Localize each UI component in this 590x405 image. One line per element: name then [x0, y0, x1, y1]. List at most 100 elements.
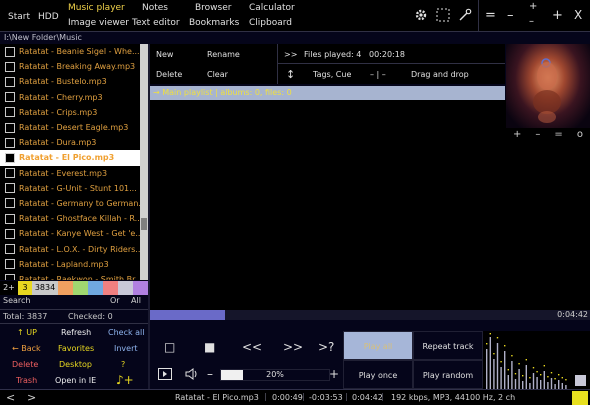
- file-checkbox[interactable]: [5, 107, 15, 118]
- file-list-item[interactable]: Ratatat - Bustelo.mp3: [0, 74, 148, 89]
- check-all-button[interactable]: Check all: [108, 328, 145, 337]
- file-list-item[interactable]: Ratatat - Everest.mp3: [0, 166, 148, 181]
- delete-file-button[interactable]: Delete: [12, 360, 38, 369]
- filter-chip[interactable]: [103, 281, 118, 295]
- pause-button[interactable]: ■: [204, 340, 215, 354]
- file-list-item[interactable]: Ratatat - Cherry.mp3: [0, 90, 148, 105]
- scrollbar-thumb[interactable]: [141, 218, 147, 230]
- hdd-button[interactable]: HDD: [38, 12, 59, 22]
- open-in-ie-button[interactable]: Open in IE: [55, 376, 96, 385]
- file-list-item[interactable]: Ratatat - Lapland.mp3: [0, 257, 148, 272]
- filter-chip[interactable]: 2+: [0, 281, 18, 295]
- file-list-scrollbar[interactable]: [140, 44, 148, 280]
- file-checkbox[interactable]: [5, 168, 15, 179]
- visualizer-toggle[interactable]: [575, 375, 586, 386]
- file-checkbox[interactable]: [5, 244, 15, 255]
- file-list-item[interactable]: Ratatat - Crips.mp3: [0, 105, 148, 120]
- drag-drop-button[interactable]: Drag and drop: [411, 70, 469, 79]
- refresh-button[interactable]: Refresh: [61, 328, 91, 337]
- music-player-tab[interactable]: Music player: [68, 3, 125, 13]
- separator-button[interactable]: – | –: [370, 70, 386, 79]
- file-checkbox[interactable]: [5, 259, 15, 270]
- spectrum-visualizer[interactable]: [483, 331, 590, 389]
- image-viewer-tab[interactable]: Image viewer: [68, 18, 129, 28]
- favorites-button[interactable]: Favorites: [58, 344, 94, 353]
- minimize-button[interactable]: –: [507, 8, 514, 23]
- file-list-item[interactable]: Ratatat - Ghostface Killah - R...: [0, 211, 148, 226]
- art-zoom-out-button[interactable]: –: [535, 129, 540, 140]
- trash-button[interactable]: Trash: [16, 376, 37, 385]
- next-button[interactable]: >>: [283, 340, 303, 354]
- help-button[interactable]: ?: [121, 360, 125, 369]
- speaker-icon[interactable]: [185, 368, 199, 383]
- filter-chip[interactable]: [133, 281, 148, 295]
- menu-button[interactable]: =: [485, 8, 496, 23]
- path-breadcrumb[interactable]: I:\New Folder\Music: [0, 32, 590, 44]
- rename-playlist-button[interactable]: Rename: [207, 50, 240, 59]
- file-list-item[interactable]: Ratatat - G-Unit - Stunt 101...: [0, 181, 148, 196]
- invert-button[interactable]: Invert: [114, 344, 138, 353]
- start-button[interactable]: Start: [8, 12, 30, 22]
- bookmarks-tab[interactable]: Bookmarks: [189, 18, 239, 28]
- file-list-item[interactable]: Ratatat - Beanie Sigel - Whe...: [0, 44, 148, 59]
- art-original-button[interactable]: o: [577, 129, 583, 140]
- zoom-in-button[interactable]: +: [529, 1, 537, 12]
- volume-down-button[interactable]: –: [207, 367, 213, 381]
- filter-chip[interactable]: [118, 281, 133, 295]
- back-button[interactable]: ← Back: [12, 344, 41, 353]
- eyedropper-icon[interactable]: [458, 8, 472, 25]
- calculator-tab[interactable]: Calculator: [249, 3, 295, 13]
- volume-up-button[interactable]: +: [329, 367, 339, 381]
- file-checkbox[interactable]: [5, 213, 15, 224]
- progress-bar[interactable]: 0:04:42: [150, 310, 590, 320]
- file-list-item[interactable]: Ratatat - El Pico.mp3: [0, 150, 148, 166]
- search-or-button[interactable]: Or: [110, 296, 120, 305]
- stop-button[interactable]: □: [164, 340, 175, 354]
- clear-playlist-button[interactable]: Clear: [207, 70, 228, 79]
- file-checkbox[interactable]: [5, 122, 15, 133]
- screen-icon[interactable]: [158, 368, 172, 383]
- random-next-button[interactable]: >?: [318, 340, 334, 354]
- file-checkbox[interactable]: [5, 46, 15, 57]
- filter-chip[interactable]: [58, 281, 73, 295]
- color-indicator[interactable]: [572, 391, 588, 405]
- close-button[interactable]: X: [574, 8, 582, 22]
- volume-slider[interactable]: 20%: [220, 369, 330, 381]
- filter-chip[interactable]: 3: [18, 281, 32, 295]
- file-checkbox[interactable]: [5, 183, 15, 194]
- selection-icon[interactable]: [436, 8, 450, 25]
- file-checkbox[interactable]: [5, 228, 15, 239]
- art-fit-button[interactable]: =: [554, 129, 562, 140]
- file-list-item[interactable]: Ratatat - Dura.mp3: [0, 135, 148, 150]
- play-once-button[interactable]: Play once: [343, 360, 413, 389]
- tags-cue-button[interactable]: Tags, Cue: [313, 70, 351, 79]
- text-editor-tab[interactable]: Text editor: [132, 18, 180, 28]
- up-button[interactable]: ↑ UP: [17, 328, 37, 337]
- file-list-item[interactable]: Ratatat - Germany to German...: [0, 196, 148, 211]
- file-checkbox[interactable]: [5, 76, 15, 87]
- browser-tab[interactable]: Browser: [195, 3, 231, 13]
- file-list-item[interactable]: Ratatat - Raekwon - Smith Br...: [0, 272, 148, 280]
- sort-icon[interactable]: ↕: [286, 68, 295, 81]
- delete-playlist-button[interactable]: Delete: [156, 70, 182, 79]
- zoom-out-button[interactable]: –: [529, 16, 534, 27]
- repeat-track-button[interactable]: Repeat track: [413, 331, 483, 360]
- main-playlist-header[interactable]: → Main playlist | albums: 0, files: 0: [150, 86, 505, 100]
- next-track-button[interactable]: >: [27, 391, 36, 404]
- search-all-button[interactable]: All: [131, 296, 141, 305]
- file-checkbox[interactable]: [5, 152, 15, 163]
- file-checkbox[interactable]: [5, 92, 15, 103]
- play-all-button[interactable]: Play all: [343, 331, 413, 360]
- maximize-button[interactable]: +: [552, 8, 563, 23]
- file-list-item[interactable]: Ratatat - Desert Eagle.mp3: [0, 120, 148, 135]
- file-checkbox[interactable]: [5, 198, 15, 209]
- skip-button[interactable]: >>: [284, 50, 297, 59]
- add-music-icon[interactable]: ♪+: [116, 373, 134, 387]
- desktop-button[interactable]: Desktop: [59, 360, 92, 369]
- play-random-button[interactable]: Play random: [413, 360, 483, 389]
- filter-chip[interactable]: 3834: [32, 281, 58, 295]
- new-playlist-button[interactable]: New: [156, 50, 173, 59]
- previous-button[interactable]: <<: [242, 340, 262, 354]
- notes-tab[interactable]: Notes: [142, 3, 168, 13]
- art-zoom-in-button[interactable]: +: [513, 129, 521, 140]
